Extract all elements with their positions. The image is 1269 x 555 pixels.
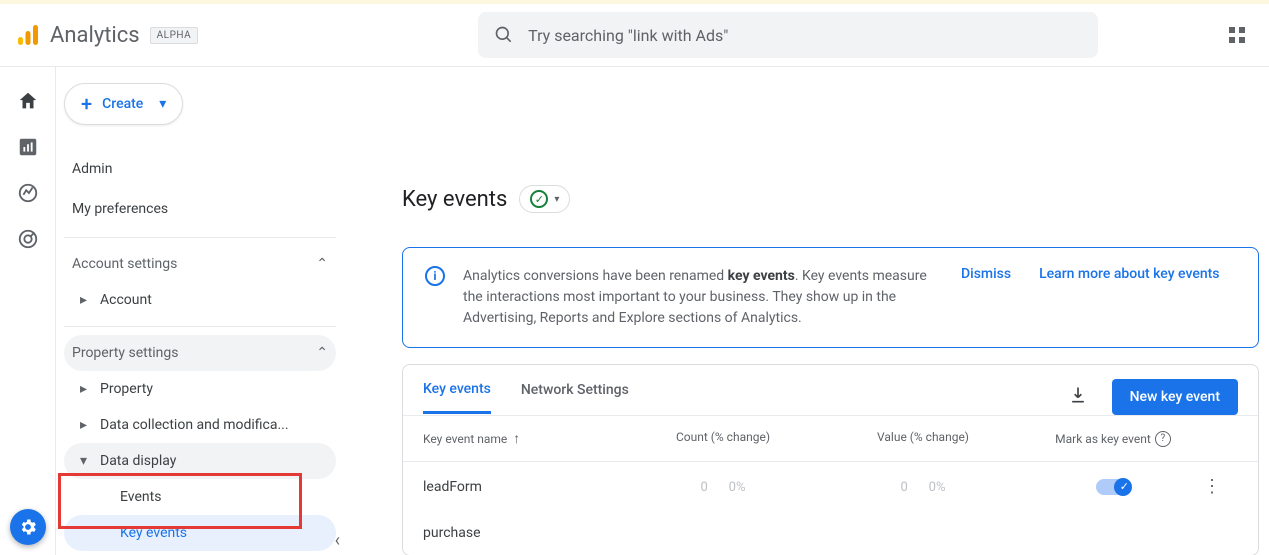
chevron-down-icon: ▾ (159, 96, 166, 112)
table-row: purchase (403, 511, 1258, 555)
left-rail (0, 67, 56, 555)
sidebar-account[interactable]: ▸Account (64, 282, 336, 318)
explore-icon[interactable] (16, 181, 40, 205)
help-icon[interactable]: ? (1155, 431, 1171, 447)
sidebar-admin[interactable]: Admin (64, 149, 336, 189)
chevron-up-icon: ⌃ (316, 345, 328, 361)
table-row: leadForm 0 0% 0 0% ✓ ⋮ (403, 462, 1258, 511)
status-filter-pill[interactable]: ✓ ▾ (519, 185, 570, 213)
create-label: Create (102, 96, 143, 112)
analytics-logo-icon (16, 23, 40, 47)
search-input[interactable] (528, 26, 1082, 45)
alpha-badge: ALPHA (150, 27, 198, 44)
gear-icon (18, 517, 38, 537)
download-icon[interactable] (1068, 385, 1088, 409)
sidebar-account-settings[interactable]: Account settings ⌃ (64, 246, 336, 282)
home-icon[interactable] (16, 89, 40, 113)
arrow-down-icon: ▾ (80, 453, 90, 469)
sidebar-property[interactable]: ▸Property (64, 371, 336, 407)
info-icon: i (425, 266, 445, 286)
new-key-event-button[interactable]: New key event (1112, 379, 1238, 415)
sidebar-key-events[interactable]: Key events (64, 515, 336, 551)
learn-more-link[interactable]: Learn more about key events (1039, 266, 1219, 282)
mark-toggle[interactable]: ✓ (1096, 479, 1130, 495)
create-button[interactable]: + Create ▾ (64, 83, 183, 125)
table-header: Key event name↑ Count (% change) Value (… (403, 415, 1258, 462)
info-banner: i Analytics conversions have been rename… (402, 247, 1259, 348)
sidebar-property-settings[interactable]: Property settings ⌃ (64, 335, 336, 371)
search-icon (494, 25, 514, 45)
sidebar-data-collection[interactable]: ▸Data collection and modifica... (64, 407, 336, 443)
advertising-icon[interactable] (16, 227, 40, 251)
sidebar-events[interactable]: Events (64, 479, 336, 515)
chevron-down-icon: ▾ (554, 194, 559, 205)
sidebar-group-label: Account settings (72, 256, 177, 272)
apps-menu-icon[interactable] (1221, 19, 1253, 51)
chevron-up-icon: ⌃ (316, 256, 328, 272)
arrow-right-icon: ▸ (80, 417, 90, 433)
collapse-sidebar-icon[interactable]: ‹ (335, 530, 340, 551)
col-name-header[interactable]: Key event name↑ (423, 430, 623, 447)
banner-text: Analytics conversions have been renamed … (463, 266, 943, 329)
sort-arrow-up-icon: ↑ (513, 430, 520, 447)
page-title: Key events (402, 187, 507, 212)
admin-sidebar: + Create ▾ Admin My preferences Account … (56, 67, 356, 555)
main-content: Key events ✓ ▾ i Analytics conversions h… (356, 67, 1269, 555)
row-menu-icon[interactable]: ⋮ (1203, 476, 1221, 497)
plus-icon: + (81, 94, 92, 114)
arrow-right-icon: ▸ (80, 292, 90, 308)
dismiss-link[interactable]: Dismiss (961, 266, 1011, 282)
product-logo-area: Analytics ALPHA (16, 23, 198, 48)
check-circle-icon: ✓ (530, 190, 548, 208)
reports-icon[interactable] (16, 135, 40, 159)
settings-fab[interactable] (10, 509, 46, 545)
row-name: purchase (423, 525, 623, 541)
sidebar-data-display[interactable]: ▾Data display (64, 443, 336, 479)
row-count: 0 0% (623, 479, 823, 495)
arrow-right-icon: ▸ (80, 381, 90, 397)
tab-key-events[interactable]: Key events (423, 381, 491, 414)
col-mark-header: Mark as key event? (1023, 430, 1203, 447)
row-name: leadForm (423, 479, 623, 495)
search-box[interactable] (478, 12, 1098, 58)
tab-network-settings[interactable]: Network Settings (521, 382, 629, 412)
sidebar-group-label: Property settings (72, 345, 179, 361)
row-value: 0 0% (823, 479, 1023, 495)
col-value-header: Value (% change) (823, 430, 1023, 447)
sidebar-my-preferences[interactable]: My preferences (64, 189, 336, 229)
product-name: Analytics (50, 23, 140, 48)
key-events-card: Key events Network Settings New key even… (402, 364, 1259, 555)
col-count-header: Count (% change) (623, 430, 823, 447)
